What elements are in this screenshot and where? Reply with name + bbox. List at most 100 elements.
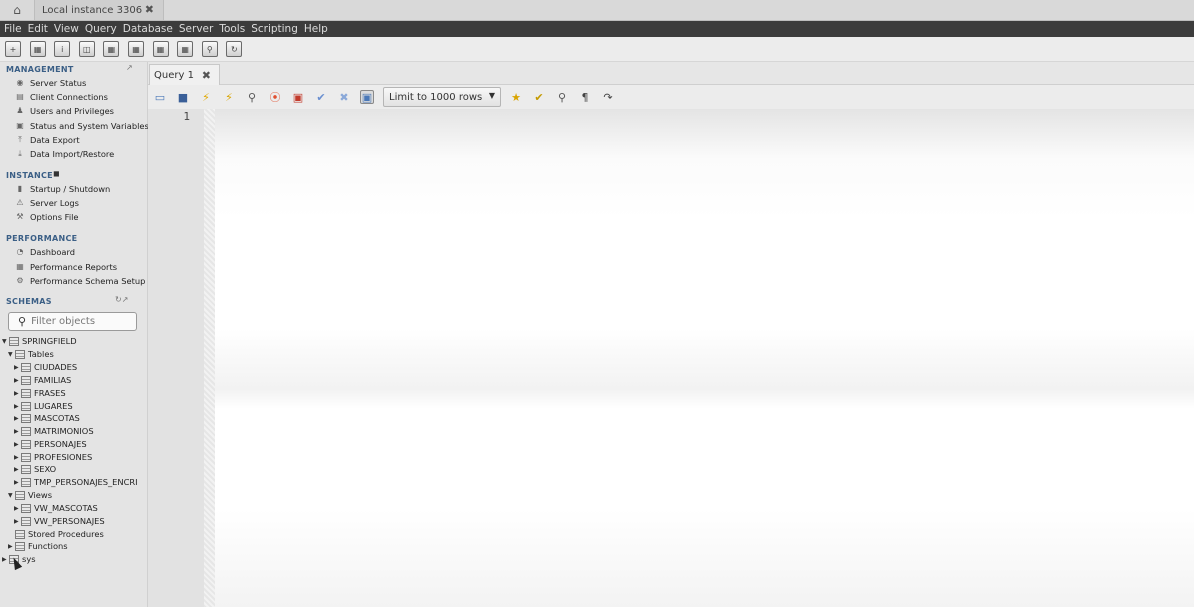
nav-dashboard[interactable]: ◔ Dashboard	[15, 245, 76, 258]
collapse-icon[interactable]: ▼	[8, 351, 15, 358]
expand-icon[interactable]: ▶	[14, 505, 21, 512]
expand-icon[interactable]: ▶	[14, 377, 21, 384]
explain-icon[interactable]: ⚲	[245, 90, 259, 104]
tree-stored-procedures[interactable]: Stored Procedures	[8, 528, 104, 540]
stop-icon[interactable]: ⦿	[268, 90, 282, 104]
expand-icon[interactable]: ▶	[8, 543, 15, 550]
expand-icon[interactable]: ▶	[14, 441, 21, 448]
expand-icon[interactable]: ▶	[14, 403, 21, 410]
table-item[interactable]: ▶ PERSONAJES	[14, 438, 87, 450]
table-item[interactable]: ▶ CIUDADES	[14, 361, 77, 373]
execute-icon[interactable]: ⚡	[199, 90, 213, 104]
menu-file[interactable]: File	[4, 23, 22, 35]
nav-options-file[interactable]: ⚒ Options File	[15, 210, 78, 223]
table-item[interactable]: ▶ TMP_PERSONAJES_ENCRI	[14, 476, 138, 488]
open-file-icon[interactable]: ▭	[153, 90, 167, 104]
nav-performance-reports[interactable]: ▦ Performance Reports	[15, 260, 117, 273]
reconnect-icon[interactable]: ↻	[226, 41, 243, 57]
create-table-icon[interactable]: ▦	[103, 41, 120, 57]
toggle-autocommit-icon[interactable]: ▣	[360, 90, 374, 104]
expand-icon[interactable]: ▶	[14, 364, 21, 371]
view-item[interactable]: ▶ VW_MASCOTAS	[14, 502, 98, 514]
filter-objects-input[interactable]: ⚲ Filter objects	[8, 312, 137, 331]
tree-functions[interactable]: ▶ Functions	[8, 540, 68, 552]
table-label: MASCOTAS	[34, 413, 80, 423]
nav-status-variables[interactable]: ▣ Status and System Variables	[15, 119, 149, 132]
table-icon	[21, 413, 31, 423]
wrap-lines-icon[interactable]: ↷	[601, 90, 615, 104]
sql-editor[interactable]	[215, 109, 1194, 607]
nav-label: Users and Privileges	[30, 105, 115, 116]
close-query-tab-icon[interactable]: ✖	[202, 69, 211, 82]
invisible-chars-icon[interactable]: ¶	[578, 90, 592, 104]
table-item[interactable]: ▶ LUGARES	[14, 400, 73, 412]
add-snippet-icon[interactable]: ★	[509, 90, 523, 104]
tree-views[interactable]: ▼ Views	[8, 489, 52, 501]
expand-icon[interactable]: ↗	[126, 63, 133, 72]
nav-data-export[interactable]: ⤒ Data Export	[15, 133, 79, 146]
expand-icon[interactable]: ▶	[14, 479, 21, 486]
collapse-icon[interactable]: ▼	[8, 492, 15, 499]
menu-server[interactable]: Server	[179, 23, 213, 35]
nav-client-connections[interactable]: ▤ Client Connections	[15, 90, 108, 103]
nav-users-privileges[interactable]: ♟ Users and Privileges	[15, 104, 114, 117]
menu-query[interactable]: Query	[85, 23, 117, 35]
home-icon[interactable]: ⌂	[0, 0, 34, 20]
procedures-folder-icon	[15, 529, 25, 539]
create-procedure-icon[interactable]: ▦	[152, 41, 169, 57]
limit-rows-select[interactable]: Limit to 1000 rows ▼	[383, 87, 501, 107]
nav-data-import[interactable]: ⤓ Data Import/Restore	[15, 147, 114, 160]
schema-label: SPRINGFIELD	[22, 336, 77, 346]
table-item[interactable]: ▶ MATRIMONIOS	[14, 425, 94, 437]
menu-help[interactable]: Help	[304, 23, 328, 35]
nav-startup-shutdown[interactable]: ▮ Startup / Shutdown	[15, 182, 111, 195]
open-sql-script-icon[interactable]: ▦	[29, 41, 46, 57]
close-tab-icon[interactable]: ✖	[145, 3, 154, 16]
table-icon	[21, 401, 31, 411]
new-sql-tab-icon[interactable]: +	[5, 41, 21, 57]
schema-springfield[interactable]: ▼ SPRINGFIELD	[2, 335, 77, 347]
expand-icon[interactable]: ▶	[14, 428, 21, 435]
menu-tools[interactable]: Tools	[219, 23, 245, 35]
beautify-icon[interactable]: ✔	[532, 90, 546, 104]
menu-scripting[interactable]: Scripting	[251, 23, 298, 35]
menu-view[interactable]: View	[54, 23, 79, 35]
nav-label: Dashboard	[30, 246, 76, 257]
table-item[interactable]: ▶ FRASES	[14, 387, 66, 399]
create-view-icon[interactable]: ▦	[127, 41, 144, 57]
menu-edit[interactable]: Edit	[28, 23, 48, 35]
create-schema-icon[interactable]: ◫	[78, 41, 95, 57]
nav-performance-schema[interactable]: ⚙ Performance Schema Setup	[15, 274, 145, 287]
expand-icon[interactable]: ▶	[14, 415, 21, 422]
expand-icon[interactable]: ▶	[14, 518, 21, 525]
connection-tab[interactable]: Local instance 3306 ✖	[34, 0, 164, 20]
table-item[interactable]: ▶ FAMILIAS	[14, 374, 71, 386]
nav-label: Server Logs	[30, 197, 79, 208]
inspector-icon[interactable]: i	[54, 41, 71, 57]
expand-icon[interactable]: ▶	[14, 466, 21, 473]
table-item[interactable]: ▶ SEXO	[14, 463, 56, 475]
tree-tables[interactable]: ▼ Tables	[8, 348, 54, 360]
toggle-continue-on-error-icon[interactable]: ▣	[291, 90, 305, 104]
table-item[interactable]: ▶ MASCOTAS	[14, 412, 80, 424]
search-table-data-icon[interactable]: ⚲	[201, 41, 218, 57]
execute-statement-icon[interactable]: ⚡	[222, 90, 236, 104]
expand-icon[interactable]: ▶	[14, 454, 21, 461]
nav-label: Data Import/Restore	[30, 148, 115, 159]
menu-database[interactable]: Database	[123, 23, 173, 35]
tab-query-1[interactable]: Query 1 ✖	[149, 64, 220, 86]
save-icon[interactable]: ■	[176, 90, 190, 104]
commit-icon[interactable]: ✔	[314, 90, 328, 104]
nav-server-status[interactable]: ◉ Server Status	[15, 76, 87, 89]
refresh-schemas-icon[interactable]: ↻↗	[115, 295, 128, 304]
rollback-icon[interactable]: ✖	[337, 90, 351, 104]
nav-server-logs[interactable]: ⚠ Server Logs	[15, 196, 79, 209]
table-item[interactable]: ▶ PROFESIONES	[14, 451, 92, 463]
collapse-icon[interactable]: ▼	[2, 338, 9, 345]
create-function-icon[interactable]: ▦	[177, 41, 194, 57]
find-replace-icon[interactable]: ⚲	[555, 90, 569, 104]
navigator-sidebar: MANAGEMENT ↗ ◉ Server Status ▤ Client Conn…	[0, 62, 149, 607]
expand-icon[interactable]: ▶	[14, 390, 21, 397]
view-item[interactable]: ▶ VW_PERSONAJES	[14, 515, 105, 527]
expand-icon[interactable]: ▶	[2, 556, 9, 563]
